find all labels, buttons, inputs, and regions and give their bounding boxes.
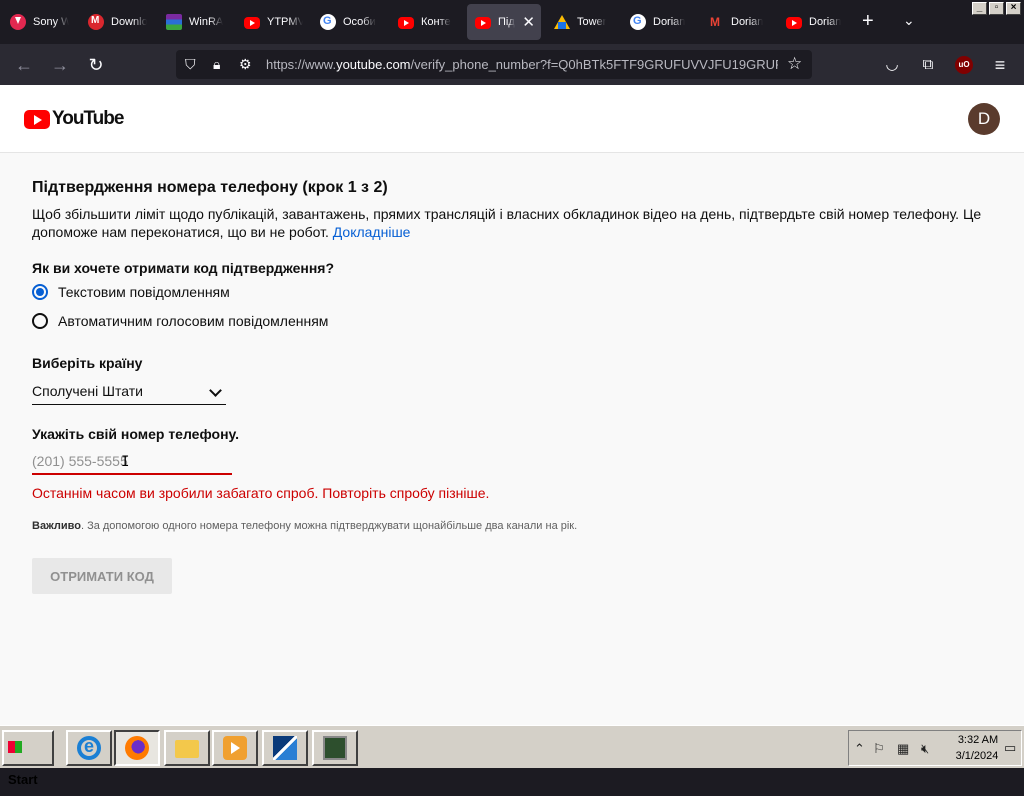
lock-icon[interactable]: 🔒︎ [213, 56, 220, 73]
radio-selected-icon[interactable] [32, 284, 48, 300]
tab-dorian-gmail[interactable]: Dorian [700, 4, 778, 40]
close-tab-icon[interactable]: ✕ [522, 13, 535, 31]
text-cursor-icon: I [121, 454, 130, 470]
tab-winrar[interactable]: WinRA [158, 4, 234, 40]
start-button[interactable]: Start [2, 730, 54, 787]
tab-strip: Sony W Downlo WinRA YTPMV Особи Конте Пі… [0, 0, 1024, 44]
gmail-icon [708, 14, 724, 30]
description: Щоб збільшити ліміт щодо публікацій, зав… [32, 206, 982, 240]
restore-icon[interactable]: ▫ [989, 2, 1004, 15]
youtube-icon [475, 17, 491, 29]
monitor-icon [323, 736, 347, 760]
volume-muted-icon[interactable]: 🔇︎ [921, 741, 929, 757]
youtube-play-icon [24, 109, 50, 129]
url-text[interactable]: https://www.youtube.com/verify_phone_num… [266, 57, 778, 72]
network-icon[interactable]: ▦ [897, 741, 909, 757]
tab-google-osobi[interactable]: Особи [312, 4, 390, 40]
google-icon [320, 14, 336, 30]
error-message: Останнім часом ви зробили забагато спроб… [32, 485, 490, 501]
avatar[interactable]: D [968, 103, 1000, 135]
mega-icon [88, 14, 104, 30]
ublock-origin-icon[interactable]: uO [955, 56, 973, 74]
radio-unselected-icon[interactable] [32, 313, 48, 329]
app-icon [273, 736, 297, 760]
reload-icon[interactable]: ↻ [84, 53, 108, 77]
method-question: Як ви хочете отримати код підтвердження? [32, 260, 335, 276]
navigation-toolbar: ← → ↻ ⛉ 🔒︎ ⚙ https://www.youtube.com/ver… [0, 44, 1024, 85]
youtube-logo[interactable]: YouTube [24, 108, 124, 130]
phone-number-input[interactable] [32, 449, 232, 475]
bookmark-star-icon[interactable]: ☆ [787, 54, 802, 74]
taskbar-firefox[interactable] [114, 730, 160, 766]
address-bar[interactable]: ⛉ 🔒︎ ⚙ https://www.youtube.com/verify_ph… [176, 50, 812, 79]
tab-kontent[interactable]: Конте [390, 4, 466, 40]
verify-phone-form: Підтвердження номера телефону (крок 1 з … [0, 153, 1024, 725]
internet-explorer-icon [77, 736, 101, 760]
tab-download[interactable]: Downlo [80, 4, 158, 40]
close-window-icon[interactable]: × [1006, 2, 1021, 15]
web-page: YouTube D Підтвердження номера телефону … [0, 85, 1024, 725]
taskbar-media-player[interactable] [212, 730, 258, 766]
clock-time[interactable]: 3:32 AM [953, 734, 1003, 746]
list-tabs-chevron-icon[interactable]: ⌄ [903, 12, 915, 29]
forward-arrow-icon[interactable]: → [48, 53, 72, 77]
learn-more-link[interactable]: Докладніше [333, 224, 411, 240]
tab-ytpmv[interactable]: YTPMV [236, 4, 312, 40]
phone-label: Укажіть свій номер телефону. [32, 426, 239, 442]
minimize-icon[interactable]: _ [972, 2, 987, 15]
radio-text-message[interactable]: Текстовим повідомленням [32, 284, 230, 300]
extensions-icon[interactable]: ⧉ [916, 53, 940, 77]
tab-sony[interactable]: Sony W [2, 4, 78, 40]
winrar-icon [166, 14, 182, 30]
page-title: Підтвердження номера телефону (крок 1 з … [32, 179, 388, 196]
media-player-icon [223, 736, 247, 760]
taskbar: Start ⌃ ⚐ ▦ 🔇︎ 3:32 AM 3/1/2024 ▭ [0, 725, 1024, 787]
show-hidden-icons-icon[interactable]: ⌃ [854, 741, 865, 757]
taskbar-app[interactable] [262, 730, 308, 766]
action-center-flag-icon[interactable]: ⚐ [873, 741, 885, 757]
tab-dorian-google[interactable]: Dorian [622, 4, 700, 40]
tab-tower[interactable]: Tower [546, 4, 622, 40]
windows-logo-icon [8, 741, 22, 753]
back-arrow-icon[interactable]: ← [12, 53, 36, 77]
youtube-header: YouTube D [0, 85, 1024, 153]
shield-icon[interactable]: ⛉ [185, 56, 196, 73]
youtube-icon [786, 17, 802, 29]
clock-date[interactable]: 3/1/2024 [951, 750, 1003, 762]
show-desktop-icon[interactable]: ▭ [1004, 740, 1016, 756]
country-label: Виберіть країну [32, 355, 143, 371]
youtube-icon [244, 17, 260, 29]
taskbar-internet-explorer[interactable] [66, 730, 112, 766]
radio-voice-call[interactable]: Автоматичним голосовим повідомленням [32, 313, 328, 329]
system-tray: ⌃ ⚐ ▦ 🔇︎ 3:32 AM 3/1/2024 ▭ [848, 730, 1022, 766]
youtube-icon [398, 17, 414, 29]
firefox-icon [125, 736, 149, 760]
tab-dorian-youtube[interactable]: Dorian [778, 4, 856, 40]
pocket-icon[interactable]: ◡ [880, 53, 904, 77]
country-select[interactable]: Сполучені Штати [32, 377, 226, 405]
folder-icon [175, 740, 199, 758]
taskbar-explorer[interactable] [164, 730, 210, 766]
get-code-button[interactable]: ОТРИМАТИ КОД [32, 558, 172, 594]
permissions-icon[interactable]: ⚙ [239, 56, 252, 73]
hamburger-menu-icon[interactable]: ≡ [988, 53, 1012, 77]
taskbar-terminal[interactable] [312, 730, 358, 766]
google-icon [630, 14, 646, 30]
tab-active-verify[interactable]: Під ✕ [467, 4, 541, 40]
important-note: Важливо. За допомогою одного номера теле… [32, 520, 578, 532]
chevron-down-icon [209, 384, 222, 397]
download-icon [10, 14, 26, 30]
google-drive-icon [554, 15, 570, 29]
new-tab-icon[interactable]: + [862, 10, 874, 33]
